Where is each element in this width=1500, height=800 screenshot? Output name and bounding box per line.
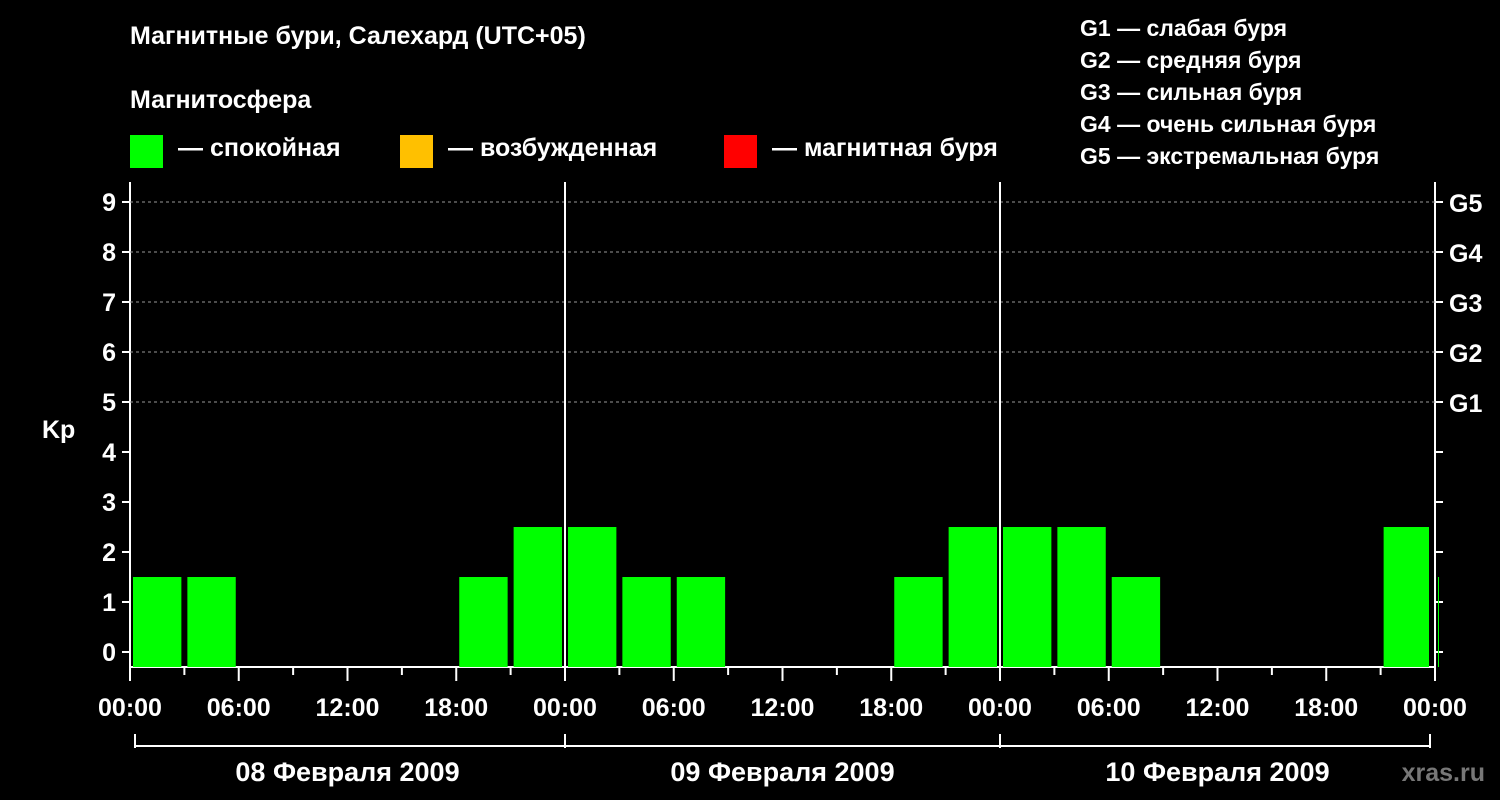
- y-tick-label: 1: [102, 589, 116, 617]
- x-tick-label: 06:00: [642, 694, 706, 722]
- y-tick-label: 3: [102, 489, 116, 517]
- y-tick-label: 7: [102, 289, 116, 317]
- kp-bar: [187, 577, 236, 667]
- kp-bar: [513, 527, 562, 667]
- y-tick-label: 8: [102, 239, 116, 267]
- kp-bar: [1003, 527, 1052, 667]
- kp-bar: [459, 577, 508, 667]
- y-tick-label: 5: [102, 389, 116, 417]
- x-tick-label: 18:00: [424, 694, 488, 722]
- day-label: 08 Февраля 2009: [235, 757, 459, 787]
- kp-bar: [1057, 527, 1106, 667]
- kp-bar: [676, 577, 726, 667]
- x-tick-label: 12:00: [316, 694, 380, 722]
- day-label: 09 Февраля 2009: [670, 757, 894, 787]
- x-tick-label: 12:00: [1186, 694, 1250, 722]
- x-tick-label: 18:00: [859, 694, 923, 722]
- day-label: 10 Февраля 2009: [1105, 757, 1329, 787]
- x-tick-label: 00:00: [1403, 694, 1467, 722]
- y-tick-label: 6: [102, 339, 116, 367]
- g-axis-label: G1: [1449, 390, 1482, 418]
- kp-bar: [948, 527, 997, 667]
- kp-bar: [133, 577, 182, 667]
- x-tick-label: 18:00: [1294, 694, 1358, 722]
- x-tick-label: 06:00: [1077, 694, 1141, 722]
- kp-bar: [568, 527, 617, 667]
- x-tick-label: 00:00: [98, 694, 162, 722]
- y-tick-label: 0: [102, 639, 116, 667]
- y-tick-label: 9: [102, 189, 116, 217]
- g-axis-label: G4: [1449, 240, 1482, 268]
- y-tick-label: 4: [102, 439, 116, 467]
- g-axis-label: G5: [1449, 190, 1482, 218]
- x-tick-label: 12:00: [751, 694, 815, 722]
- watermark: xras.ru: [1402, 759, 1485, 787]
- kp-bar: [1111, 577, 1161, 667]
- g-axis-label: G3: [1449, 290, 1482, 318]
- x-tick-label: 00:00: [968, 694, 1032, 722]
- kp-bar: [894, 577, 943, 667]
- x-tick-label: 00:00: [533, 694, 597, 722]
- g-axis-label: G2: [1449, 340, 1482, 368]
- y-axis-title: Kp: [42, 416, 75, 444]
- kp-bar: [622, 577, 671, 667]
- x-tick-label: 06:00: [207, 694, 271, 722]
- kp-bar: [1438, 577, 1439, 667]
- kp-chart: 0 1 2 3 4 5 6 7 8 9 G1 G2 G3 G4 G5 Kp 00:00 06:00 12:00 18:…: [42, 182, 1485, 787]
- y-tick-label: 2: [102, 539, 116, 567]
- kp-bar: [1383, 527, 1429, 667]
